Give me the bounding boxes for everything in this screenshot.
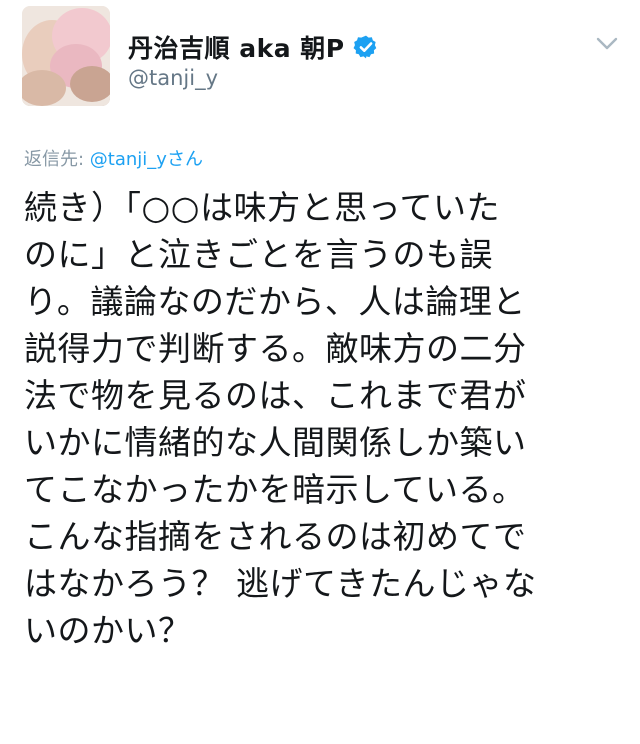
author-name-row: 丹治吉順 aka 朝P [128, 30, 379, 64]
reply-mention-link[interactable]: @tanji_y [90, 149, 167, 170]
verified-badge-icon [353, 34, 379, 60]
author-handle[interactable]: @tanji_y [128, 66, 218, 90]
reply-mention-suffix: さん [166, 149, 203, 170]
avatar[interactable] [22, 6, 110, 106]
reply-to-prefix: 返信先: [24, 149, 90, 170]
chevron-down-icon[interactable] [594, 32, 620, 58]
avatar-photo [22, 6, 110, 106]
reply-to-line: 返信先: @tanji_yさん [24, 145, 203, 171]
author-name[interactable]: 丹治吉順 aka 朝P [128, 29, 345, 65]
tweet-text: 続き）「○○は味方と思っていた のに」と泣きごとを言うのも誤 り。議論なのだから… [24, 188, 537, 650]
